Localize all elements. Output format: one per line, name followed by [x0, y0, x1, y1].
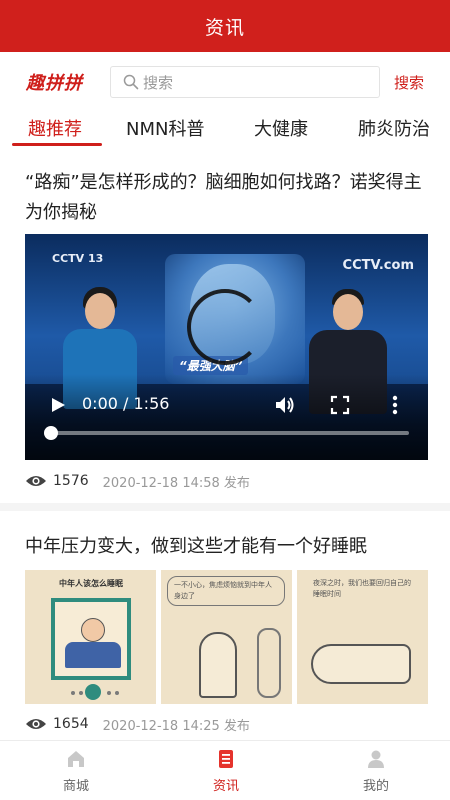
article-image[interactable]: 中年人该怎么睡眠 [25, 570, 156, 704]
cartoon-figure [199, 632, 237, 698]
category-tabs: 趣推荐 NMN科普 大健康 肺炎防治 [0, 110, 450, 152]
watermark-logo: CCTV.com [342, 258, 414, 273]
carousel-dot [115, 691, 119, 695]
carousel-dot [107, 691, 111, 695]
top-header: 资讯 [0, 0, 450, 52]
nav-item-mine[interactable]: 我的 [336, 749, 416, 794]
image-caption: 一不小心，焦虑烦恼就到中年人身边了 [167, 576, 285, 606]
news-icon [219, 750, 233, 768]
loading-spinner [187, 289, 263, 365]
tab-health[interactable]: 大健康 [254, 115, 308, 141]
video-progress-thumb[interactable] [44, 426, 58, 440]
tab-nmn[interactable]: NMN科普 [126, 115, 204, 141]
nav-item-mall[interactable]: 商城 [36, 749, 116, 794]
article-meta: 1654 2020-12-18 14:25 发布 [25, 713, 250, 735]
home-icon [68, 751, 84, 767]
play-icon[interactable] [49, 396, 67, 414]
view-count: 1654 [53, 716, 89, 732]
eye-icon [26, 476, 46, 486]
more-options-icon[interactable] [391, 394, 399, 416]
tab-recommend[interactable]: 趣推荐 [28, 115, 82, 141]
search-bar: 趣拼拼 搜索 搜索 [0, 52, 450, 110]
nav-label: 资讯 [212, 779, 239, 794]
character-avatar [85, 684, 101, 700]
fullscreen-icon[interactable] [330, 395, 350, 415]
controls-overlay [25, 374, 428, 460]
view-count: 1576 [53, 473, 89, 489]
channel-logo: CCTV 13 [52, 252, 104, 265]
article-title[interactable]: 中年压力变大，做到这些才能有一个好睡眠 [25, 532, 425, 562]
nav-item-news[interactable]: 资讯 [186, 749, 266, 794]
video-progress-bar[interactable] [51, 431, 409, 435]
carousel-dot [71, 691, 75, 695]
illustration-frame [51, 598, 131, 680]
eye-icon [26, 719, 46, 729]
tab-pneumonia[interactable]: 肺炎防治 [358, 115, 430, 141]
page-title: 资讯 [204, 16, 245, 39]
search-input[interactable]: 搜索 [110, 66, 380, 98]
brand-logo[interactable]: 趣拼拼 [26, 69, 83, 95]
video-player[interactable]: CCTV 13 CCTV.com “最强大脑” 0:00 / 1:56 [25, 234, 428, 460]
article-image[interactable]: 一不小心，焦虑烦恼就到中年人身边了 [161, 570, 292, 704]
article-image[interactable]: 夜深之时，我们也要回归自己的睡眠时间 [297, 570, 428, 704]
publish-date: 2020-12-18 14:58 发布 [102, 475, 250, 491]
article-title[interactable]: “路痴”是怎样形成的？脑细胞如何找路？诺奖得主为你揭秘 [25, 168, 425, 228]
search-button[interactable]: 搜索 [394, 72, 424, 93]
sleeping-figure [311, 644, 411, 684]
video-time: 0:00 / 1:56 [82, 394, 170, 413]
article-meta: 1576 2020-12-18 14:58 发布 [25, 470, 250, 492]
nav-label: 商城 [62, 779, 89, 794]
section-divider [0, 503, 450, 511]
search-icon [123, 74, 139, 90]
user-icon [368, 750, 384, 768]
volume-icon[interactable] [274, 394, 296, 416]
mirror-shape [257, 628, 281, 698]
carousel-dot [79, 691, 83, 695]
publish-date: 2020-12-18 14:25 发布 [102, 718, 250, 734]
search-placeholder: 搜索 [143, 73, 174, 92]
nav-label: 我的 [362, 779, 389, 794]
image-caption: 中年人该怎么睡眠 [59, 579, 123, 588]
image-caption: 夜深之时，我们也要回归自己的睡眠时间 [313, 579, 411, 598]
bottom-nav: 商城 资讯 我的 [0, 740, 450, 800]
active-tab-indicator [12, 143, 102, 146]
article-image-grid[interactable]: 中年人该怎么睡眠 一不小心，焦虑烦恼就到中年人身边了 夜深之时，我们也要回归自己… [25, 570, 428, 704]
